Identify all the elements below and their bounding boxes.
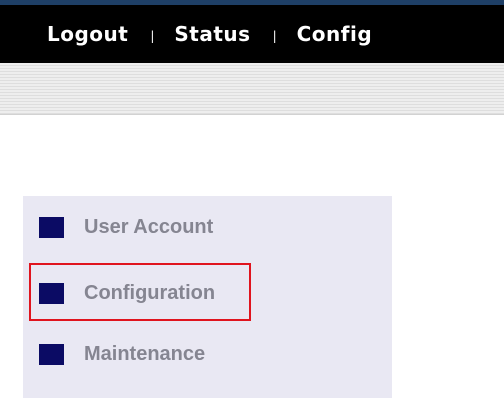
square-bullet-icon xyxy=(39,343,64,365)
nav-link-config[interactable]: Config xyxy=(297,22,373,46)
nav-link-status[interactable]: Status xyxy=(174,22,250,46)
nav-separator: | xyxy=(272,29,277,43)
square-bullet-icon xyxy=(39,216,64,238)
nav-link-logout[interactable]: Logout xyxy=(47,22,128,46)
nav-separator: | xyxy=(150,29,155,43)
menu-item-maintenance[interactable]: Maintenance xyxy=(39,341,205,367)
menu-item-label: Configuration xyxy=(84,281,216,304)
top-navigation: Logout | Status | Config xyxy=(47,5,372,63)
square-bullet-icon xyxy=(39,282,64,304)
side-menu-panel: User Account Configuration Maintenance xyxy=(23,196,392,398)
menu-item-user-account[interactable]: User Account xyxy=(39,214,213,240)
menu-item-configuration[interactable]: Configuration xyxy=(39,280,215,306)
menu-item-label: Maintenance xyxy=(84,342,206,365)
menu-item-label: User Account xyxy=(84,215,214,238)
striped-header-band xyxy=(0,63,504,115)
top-navigation-bar: Logout | Status | Config xyxy=(0,5,504,63)
